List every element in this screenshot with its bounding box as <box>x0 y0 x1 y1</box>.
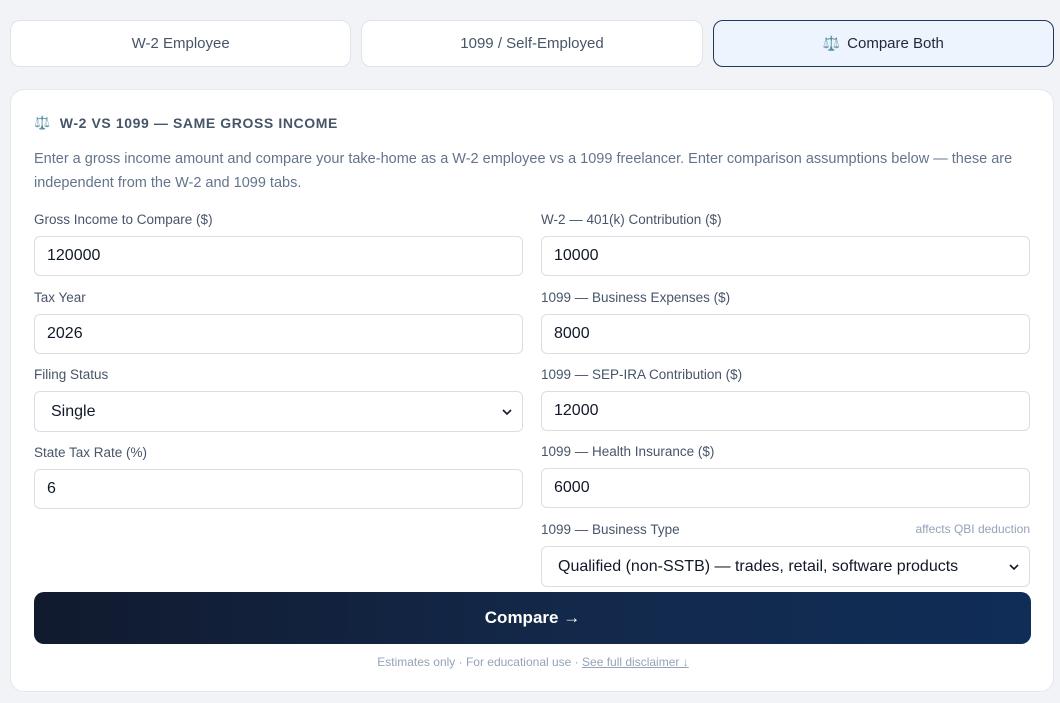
gross-income-input[interactable]: 120000 <box>34 236 523 276</box>
scales-icon: ⚖️ <box>34 115 51 130</box>
compare-card: ⚖️ W-2 VS 1099 — SAME GROSS INCOME Enter… <box>10 89 1054 692</box>
business-expenses-input[interactable]: 8000 <box>541 314 1030 354</box>
filing-status-field: Filing Status Single <box>34 367 523 432</box>
tab-w2-employee[interactable]: W-2 Employee <box>10 20 352 67</box>
k401-field: W-2 — 401(k) Contribution ($) 10000 <box>541 212 1030 276</box>
state-tax-rate-field: State Tax Rate (%) 6 <box>34 445 523 509</box>
footer-text: Estimates only · For educational use · <box>377 655 583 669</box>
mode-tabs: W-2 Employee 1099 / Self-Employed ⚖️ Com… <box>10 20 1054 67</box>
gross-income-field: Gross Income to Compare ($) 120000 <box>34 212 523 276</box>
chevron-down-icon <box>1009 563 1019 570</box>
tab-compare-both[interactable]: ⚖️ Compare Both <box>712 20 1054 67</box>
scales-icon: ⚖️ <box>822 35 841 51</box>
disclaimer-footer: Estimates only · For educational use · S… <box>11 655 1055 669</box>
business-type-field: 1099 — Business Type affects QBI deducti… <box>541 522 1030 587</box>
section-description: Enter a gross income amount and compare … <box>34 151 1013 191</box>
k401-label: W-2 — 401(k) Contribution ($) <box>541 212 722 227</box>
sep-ira-label: 1099 — SEP-IRA Contribution ($) <box>541 367 743 382</box>
health-insurance-label: 1099 — Health Insurance ($) <box>541 444 715 459</box>
gross-income-label: Gross Income to Compare ($) <box>34 212 213 227</box>
sep-ira-field: 1099 — SEP-IRA Contribution ($) 12000 <box>541 367 1030 431</box>
tax-year-label: Tax Year <box>34 290 86 305</box>
business-type-hint: affects QBI deduction <box>915 522 1030 536</box>
state-tax-rate-input[interactable]: 6 <box>34 469 523 509</box>
business-expenses-field: 1099 — Business Expenses ($) 8000 <box>541 290 1030 354</box>
tab-1099-label: 1099 / Self-Employed <box>460 35 604 52</box>
state-tax-rate-label: State Tax Rate (%) <box>34 445 148 460</box>
tab-1099-self-employed[interactable]: 1099 / Self-Employed <box>361 20 703 67</box>
filing-status-label: Filing Status <box>34 367 109 382</box>
business-type-label: 1099 — Business Type <box>541 522 680 537</box>
tab-w2-label: W-2 Employee <box>131 35 230 52</box>
section-heading: ⚖️ W-2 VS 1099 — SAME GROSS INCOME <box>34 115 338 131</box>
business-expenses-label: 1099 — Business Expenses ($) <box>541 290 731 305</box>
tax-year-field: Tax Year 2026 <box>34 290 523 354</box>
chevron-down-icon <box>502 408 512 415</box>
filing-status-value: Single <box>51 402 96 420</box>
health-insurance-input[interactable]: 6000 <box>541 468 1030 508</box>
section-heading-text: W-2 VS 1099 — SAME GROSS INCOME <box>59 115 338 131</box>
compare-button[interactable]: Compare → <box>34 592 1031 644</box>
tab-compare-label: Compare Both <box>847 35 944 52</box>
business-type-value: Qualified (non-SSTB) — trades, retail, s… <box>558 557 959 575</box>
k401-input[interactable]: 10000 <box>541 236 1030 276</box>
business-type-select[interactable]: Qualified (non-SSTB) — trades, retail, s… <box>541 546 1030 587</box>
sep-ira-input[interactable]: 12000 <box>541 391 1030 431</box>
filing-status-select[interactable]: Single <box>34 391 523 432</box>
disclaimer-link[interactable]: See full disclaimer ↓ <box>582 655 689 669</box>
health-insurance-field: 1099 — Health Insurance ($) 6000 <box>541 444 1030 508</box>
tax-year-input[interactable]: 2026 <box>34 314 523 354</box>
